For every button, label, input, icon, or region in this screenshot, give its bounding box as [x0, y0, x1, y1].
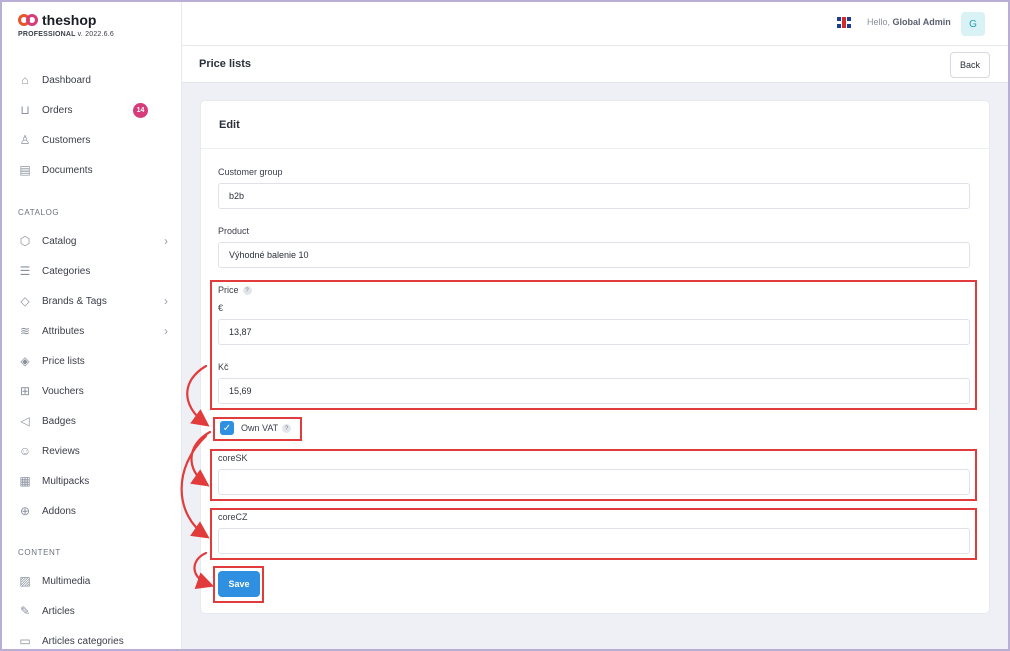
- core-cz-label: coreCZ: [218, 512, 248, 522]
- sidebar-item-label: Customers: [42, 134, 91, 146]
- sidebar-item-label: Vouchers: [42, 385, 84, 397]
- page-title: Price lists: [199, 58, 251, 70]
- sidebar-item-multimedia[interactable]: ▨ Multimedia: [18, 570, 168, 592]
- price-tag-icon: ◈: [20, 354, 30, 368]
- user-name: Global Admin: [892, 17, 951, 27]
- megaphone-icon: ◁: [20, 414, 30, 428]
- product-field[interactable]: Výhodné balenie 10: [218, 242, 970, 268]
- check-icon: ✓: [222, 422, 232, 434]
- help-icon[interactable]: ?: [242, 286, 252, 296]
- sidebar-item-reviews[interactable]: ☺ Reviews: [18, 440, 168, 462]
- plus-circle-icon: ⊕: [19, 504, 31, 518]
- sidebar-item-price-lists[interactable]: ◈ Price lists: [18, 350, 168, 372]
- cart-icon: ⊔: [20, 103, 30, 117]
- sidebar-item-articles-categories[interactable]: ▭ Articles categories: [18, 630, 168, 651]
- help-icon[interactable]: ?: [282, 424, 292, 434]
- sidebar-item-label: Addons: [42, 505, 76, 517]
- home-icon: ⌂: [21, 73, 29, 87]
- sidebar-item-vouchers[interactable]: ⊞ Vouchers: [18, 380, 168, 402]
- sidebar-item-badges[interactable]: ◁ Badges: [18, 410, 168, 432]
- sidebar-item-brands-tags[interactable]: ◇ Brands & Tags ›: [18, 290, 168, 312]
- sidebar-item-documents[interactable]: ▤ Documents: [18, 159, 168, 181]
- card-title: Edit: [219, 119, 240, 131]
- box-icon: ⬡: [19, 234, 31, 248]
- smile-icon: ☺: [18, 444, 32, 458]
- sidebar-item-multipacks[interactable]: ▦ Multipacks: [18, 470, 168, 492]
- sidebar-item-attributes[interactable]: ≋ Attributes ›: [18, 320, 168, 342]
- layers-icon: ≋: [19, 324, 31, 338]
- brand-name: theshop: [42, 12, 97, 28]
- section-label-catalog: CATALOG: [18, 208, 60, 217]
- sidebar-item-dashboard[interactable]: ⌂ Dashboard: [18, 69, 168, 91]
- page-header: Price lists Back: [182, 46, 1010, 83]
- stack-icon: ▦: [19, 474, 31, 488]
- sidebar-item-label: Catalog: [42, 235, 77, 247]
- sidebar-item-catalog[interactable]: ⬡ Catalog ›: [18, 230, 168, 252]
- currency-label-eur: €: [218, 303, 224, 313]
- image-icon: ▨: [19, 574, 31, 588]
- brand-logo[interactable]: theshop PROFESSIONAL v. 2022.6.6: [18, 12, 114, 38]
- own-vat-label: Own VAT?: [241, 423, 292, 434]
- sidebar-item-label: Orders: [42, 104, 73, 116]
- core-sk-field[interactable]: [218, 469, 970, 495]
- folder-icon: ▭: [19, 634, 31, 648]
- save-button[interactable]: Save: [218, 571, 260, 597]
- sidebar-item-label: Categories: [42, 265, 91, 277]
- back-button[interactable]: Back: [950, 52, 990, 78]
- price-eur-field[interactable]: 13,87: [218, 319, 970, 345]
- brand-edition: PROFESSIONAL: [18, 31, 76, 38]
- sidebar-item-addons[interactable]: ⊕ Addons: [18, 500, 168, 522]
- sidebar-item-label: Badges: [42, 415, 76, 427]
- sidebar-item-label: Articles: [42, 605, 75, 617]
- core-cz-field[interactable]: [218, 528, 970, 554]
- tag-icon: ◇: [20, 294, 30, 308]
- uk-flag-icon[interactable]: [837, 17, 851, 28]
- logo-icon: [18, 14, 38, 26]
- sidebar-item-label: Reviews: [42, 445, 80, 457]
- brand-version: v. 2022.6.6: [77, 31, 114, 38]
- customer-group-label: Customer group: [218, 167, 283, 177]
- sidebar-item-label: Articles categories: [42, 635, 124, 647]
- gift-icon: ⊞: [19, 384, 31, 398]
- card-header: Edit: [201, 101, 989, 149]
- core-sk-label: coreSK: [218, 453, 248, 463]
- product-label: Product: [218, 226, 250, 236]
- sidebar-item-label: Multipacks: [42, 475, 90, 487]
- currency-label-czk: Kč: [218, 362, 229, 372]
- sidebar-item-label: Multimedia: [42, 575, 91, 587]
- price-czk-field[interactable]: 15,69: [218, 378, 970, 404]
- sidebar-item-label: Price lists: [42, 355, 85, 367]
- document-icon: ▤: [19, 163, 31, 177]
- customer-group-field[interactable]: b2b: [218, 183, 970, 209]
- user-icon: ♙: [19, 133, 31, 147]
- top-bar: Hello, Global Admin G: [182, 0, 1010, 46]
- sidebar-item-label: Dashboard: [42, 74, 91, 86]
- user-greeting[interactable]: Hello, Global Admin: [867, 17, 951, 27]
- orders-count-badge: 14: [133, 103, 148, 118]
- sidebar-item-customers[interactable]: ♙ Customers: [18, 129, 168, 151]
- sidebar-item-label: Attributes: [42, 325, 85, 337]
- section-label-content: CONTENT: [18, 548, 61, 557]
- sidebar: theshop PROFESSIONAL v. 2022.6.6 ⌂ Dashb…: [0, 0, 182, 651]
- own-vat-checkbox[interactable]: ✓: [220, 421, 234, 435]
- chevron-right-icon: ›: [164, 294, 168, 308]
- chevron-right-icon: ›: [164, 324, 168, 338]
- chevron-right-icon: ›: [164, 234, 168, 248]
- sidebar-item-categories[interactable]: ☰ Categories: [18, 260, 168, 282]
- sidebar-item-articles[interactable]: ✎ Articles: [18, 600, 168, 622]
- price-label: Price?: [218, 285, 252, 296]
- sidebar-item-label: Documents: [42, 164, 93, 176]
- sidebar-item-label: Brands & Tags: [42, 295, 107, 307]
- avatar[interactable]: G: [961, 12, 985, 36]
- edit-icon: ✎: [19, 604, 31, 618]
- list-icon: ☰: [19, 264, 31, 278]
